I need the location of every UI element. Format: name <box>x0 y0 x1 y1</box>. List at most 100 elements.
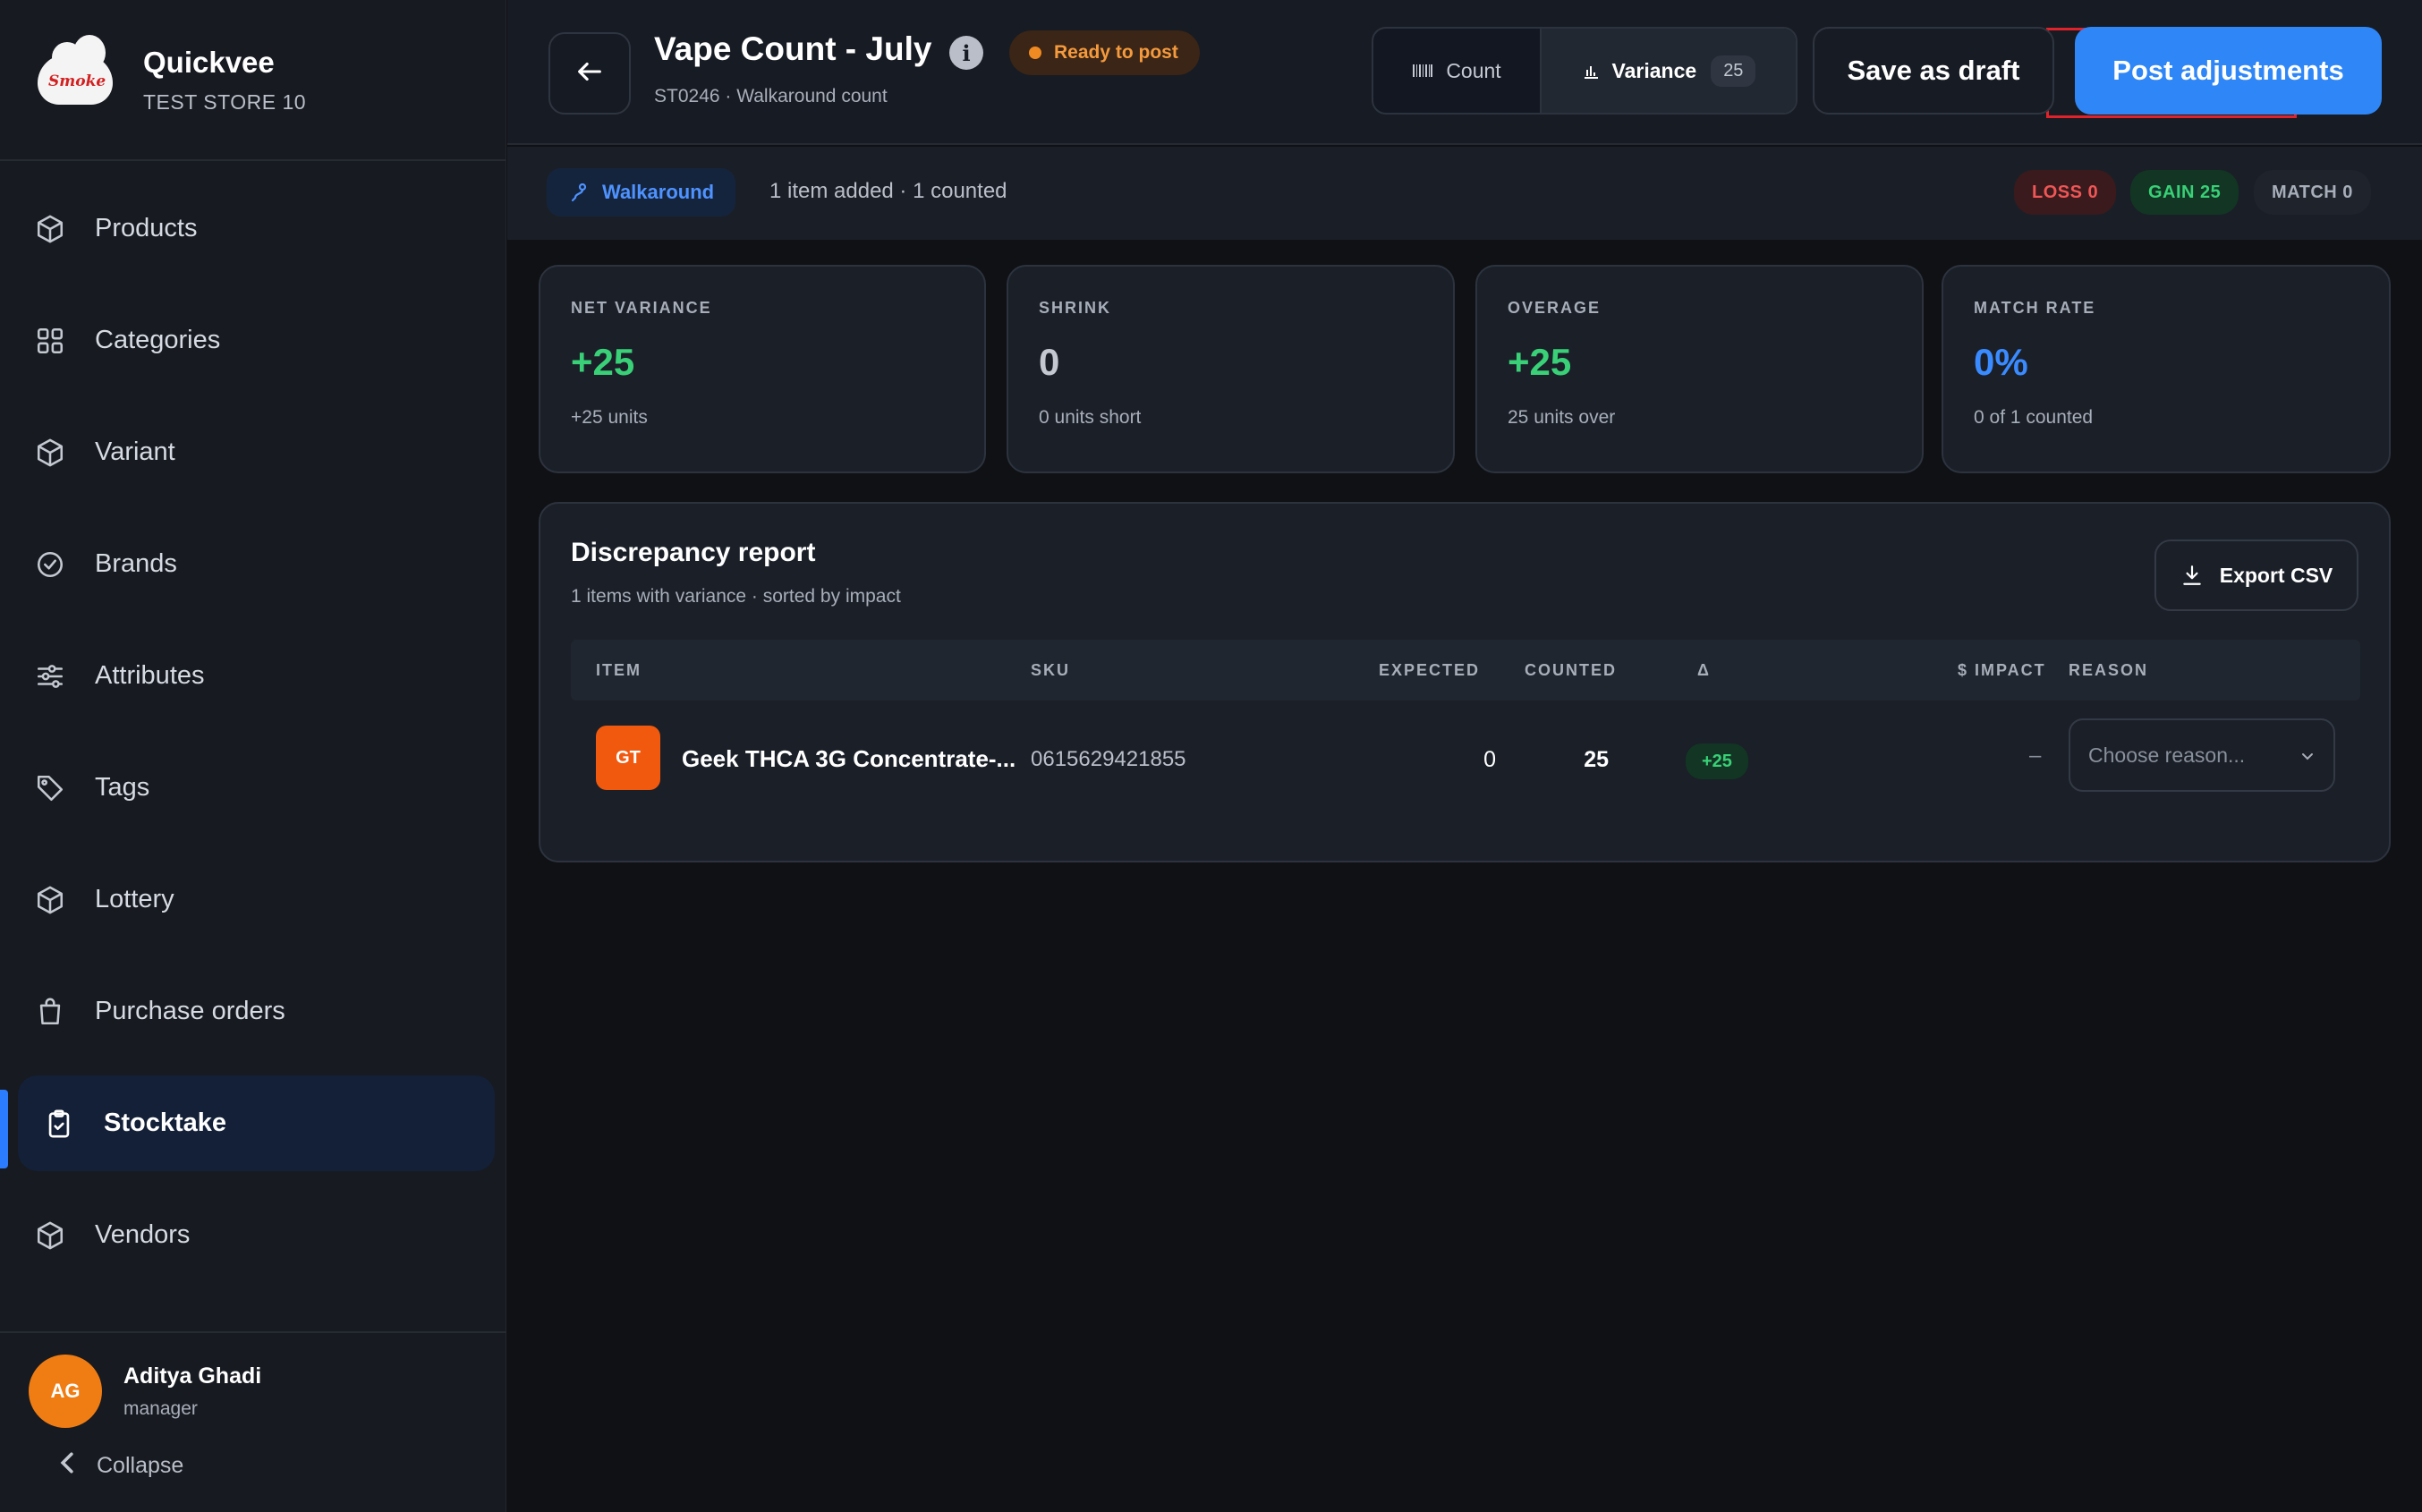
shopping-bag-icon <box>32 994 68 1030</box>
sliders-icon <box>32 658 68 694</box>
shrink-card: SHRINK 0 0 units short <box>1007 265 1455 473</box>
download-icon <box>2180 564 2204 587</box>
sidebar-item-label: Variant <box>95 437 175 466</box>
report-title: Discrepancy report <box>571 538 816 567</box>
loss-badge: LOSS 0 <box>2014 170 2117 215</box>
collapse-label: Collapse <box>97 1453 184 1478</box>
post-adjustments-button[interactable]: Post adjustments <box>2075 27 2382 115</box>
user-panel: AG Aditya Ghadi manager Collapse <box>0 1331 506 1481</box>
sidebar-item-label: Tags <box>95 773 150 802</box>
user-name: Aditya Ghadi <box>123 1363 262 1389</box>
column-header-delta: Δ <box>1697 661 1711 679</box>
match-rate-card: MATCH RATE 0% 0 of 1 counted <box>1942 265 2391 473</box>
sidebar-item-label: Lottery <box>95 885 174 913</box>
sidebar-item-label: Products <box>95 214 198 242</box>
table-header: ITEM SKU EXPECTED COUNTED Δ $ IMPACT REA… <box>571 640 2360 701</box>
tab-variance[interactable]: Variance 25 <box>1540 29 1796 113</box>
view-tabs: Count Variance 25 <box>1372 27 1797 115</box>
column-header-reason: REASON <box>2069 661 2149 679</box>
sidebar-item-label: Stocktake <box>104 1109 227 1137</box>
sidebar-item-brands[interactable]: Brands <box>18 516 495 612</box>
cube-icon <box>32 435 68 471</box>
column-header-sku: SKU <box>1031 661 1071 679</box>
tab-variance-label: Variance <box>1611 58 1697 82</box>
page-header: Vape Count - July i Ready to post ST0246… <box>507 0 2422 145</box>
export-label: Export CSV <box>2219 563 2333 587</box>
card-value: 0% <box>1974 341 2028 383</box>
sidebar-item-products[interactable]: Products <box>18 181 495 276</box>
item-impact: – <box>2029 743 2042 768</box>
card-sub: 0 of 1 counted <box>1974 407 2094 428</box>
sidebar-item-vendors[interactable]: Vendors <box>18 1187 495 1283</box>
table-row: GT Geek THCA 3G Concentrate-... 06156294… <box>571 718 2360 808</box>
reason-select[interactable]: Choose reason... <box>2069 718 2335 792</box>
overage-card: OVERAGE +25 25 units over <box>1475 265 1924 473</box>
sidebar-item-categories[interactable]: Categories <box>18 293 495 388</box>
chevron-down-icon <box>2299 743 2316 768</box>
sidebar-item-label: Purchase orders <box>95 997 285 1025</box>
card-label: NET VARIANCE <box>571 299 712 317</box>
collapse-sidebar-button[interactable]: Collapse <box>57 1451 506 1481</box>
gain-badge: GAIN 25 <box>2130 170 2239 215</box>
page-title: Vape Count - July <box>654 30 932 67</box>
card-label: SHRINK <box>1039 299 1112 317</box>
info-icon[interactable]: i <box>949 36 983 70</box>
card-sub: 0 units short <box>1039 407 1142 428</box>
clipboard-check-icon <box>41 1106 77 1142</box>
back-button[interactable] <box>548 32 631 115</box>
discrepancy-report: Discrepancy report 1 items with variance… <box>539 502 2391 862</box>
barcode-icon <box>1412 63 1433 79</box>
card-value: 0 <box>1039 341 1060 383</box>
chevron-left-icon <box>57 1451 77 1481</box>
tag-icon <box>32 770 68 806</box>
item-name: Geek THCA 3G Concentrate-... <box>682 745 1016 772</box>
mode-label: Walkaround <box>602 181 715 203</box>
mode-bar: Walkaround 1 item added · 1 counted LOSS… <box>507 147 2422 240</box>
sidebar-item-label: Categories <box>95 326 221 354</box>
user-profile[interactable]: AG Aditya Ghadi manager <box>29 1355 506 1428</box>
card-sub: 25 units over <box>1508 407 1616 428</box>
cube-icon <box>32 882 68 918</box>
tab-count-label: Count <box>1446 58 1501 82</box>
avatar: AG <box>29 1355 102 1428</box>
status-label: Ready to post <box>1054 42 1178 63</box>
sidebar-item-purchase-orders[interactable]: Purchase orders <box>18 964 495 1059</box>
variance-count-badge: 25 <box>1711 55 1756 87</box>
active-nav-indicator <box>0 1090 8 1168</box>
arrow-left-icon <box>574 56 605 91</box>
sidebar-item-attributes[interactable]: Attributes <box>18 628 495 724</box>
item-counted: 25 <box>1584 747 1609 772</box>
sidebar-item-tags[interactable]: Tags <box>18 740 495 836</box>
page-subtitle: ST0246 · Walkaround count <box>654 86 888 106</box>
bar-chart-icon <box>1582 62 1600 80</box>
brand-name: Quickvee <box>143 45 275 79</box>
card-label: MATCH RATE <box>1974 299 2096 317</box>
sidebar-item-label: Brands <box>95 549 177 578</box>
export-csv-button[interactable]: Export CSV <box>2154 539 2358 611</box>
column-header-counted: COUNTED <box>1525 661 1617 679</box>
status-dot-icon <box>1029 47 1041 59</box>
item-delta-badge: +25 <box>1686 743 1748 779</box>
sidebar-item-lottery[interactable]: Lottery <box>18 852 495 947</box>
report-subtitle: 1 items with variance · sorted by impact <box>571 586 901 607</box>
sidebar-item-stocktake[interactable]: Stocktake <box>18 1075 495 1171</box>
walkaround-mode-badge[interactable]: Walkaround <box>547 168 736 217</box>
item-avatar: GT <box>596 726 660 790</box>
route-icon <box>568 182 590 203</box>
count-summary: 1 item added · 1 counted <box>769 179 1007 203</box>
brand-header: Smoke Quickvee TEST STORE 10 <box>0 0 506 161</box>
sidebar-nav: Products Categories Variant Brands Attri… <box>0 161 506 1283</box>
save-draft-button[interactable]: Save as draft <box>1813 27 2054 115</box>
badge-check-icon <box>32 547 68 582</box>
card-sub: +25 units <box>571 407 648 428</box>
tab-count[interactable]: Count <box>1373 29 1540 113</box>
sidebar-item-label: Attributes <box>95 661 205 690</box>
grid-icon <box>32 323 68 359</box>
item-expected: 0 <box>1483 747 1496 772</box>
match-badge: MATCH 0 <box>2254 170 2371 215</box>
card-value: +25 <box>1508 341 1572 383</box>
sidebar-item-variant[interactable]: Variant <box>18 404 495 500</box>
user-role: manager <box>123 1397 198 1419</box>
reason-placeholder: Choose reason... <box>2088 743 2246 767</box>
column-header-item: ITEM <box>596 661 642 679</box>
